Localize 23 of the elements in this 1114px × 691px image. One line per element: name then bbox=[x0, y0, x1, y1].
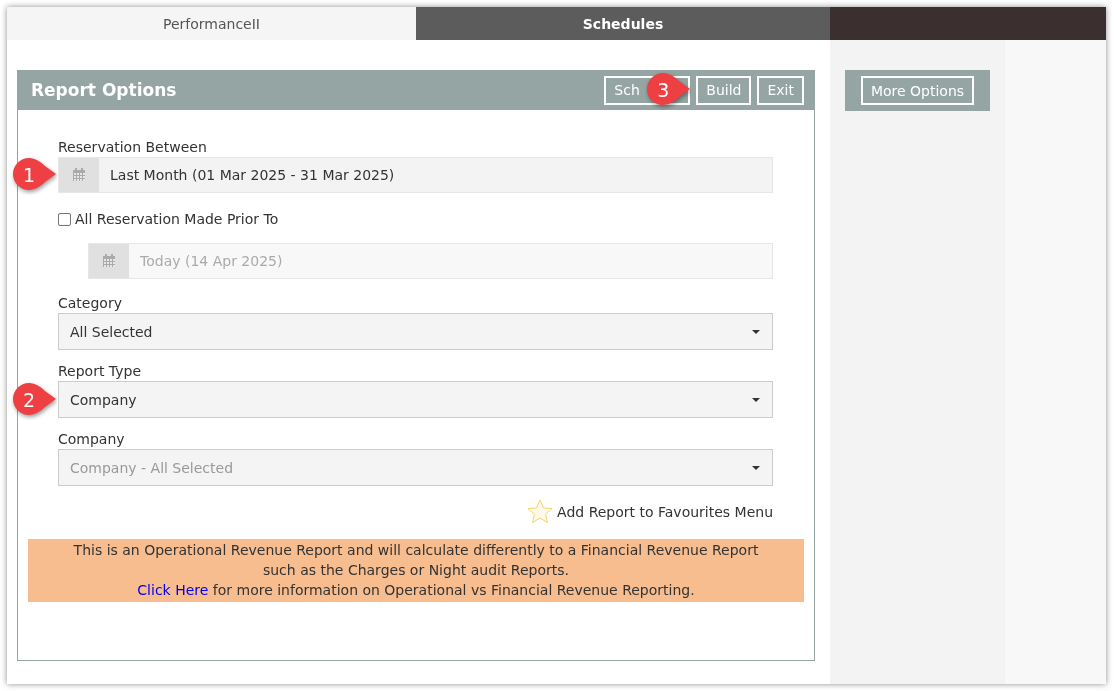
panel-title: Report Options bbox=[31, 80, 178, 100]
checkbox[interactable] bbox=[58, 212, 71, 226]
date-field[interactable]: Last Month (01 Mar 2025 - 31 Mar 2025) bbox=[58, 157, 773, 193]
more-info-link[interactable]: Click Here bbox=[137, 582, 209, 598]
dropdown[interactable]: All Selected bbox=[58, 313, 773, 350]
favourites-link[interactable]: Add Report to Favourites Menu bbox=[557, 504, 773, 520]
field-label: Reservation Between bbox=[58, 139, 208, 155]
caret-icon bbox=[752, 465, 760, 470]
caret-icon bbox=[752, 329, 760, 334]
caret-icon bbox=[752, 397, 760, 402]
dropdown[interactable]: Company bbox=[58, 381, 773, 418]
notice-text: such as the Charges or Night audit Reports. bbox=[261, 561, 571, 580]
checkbox-label: All Reservation Made Prior To bbox=[75, 211, 279, 227]
tab[interactable]: PerformanceII bbox=[7, 7, 416, 40]
calendar-icon bbox=[72, 168, 86, 182]
tab[interactable]: Schedules bbox=[416, 7, 830, 40]
star-icon[interactable] bbox=[527, 499, 554, 525]
field-label: Report Type bbox=[58, 363, 142, 379]
field-label: Category bbox=[58, 295, 123, 311]
field-label: Company bbox=[58, 431, 126, 447]
calendar-icon bbox=[102, 254, 116, 268]
notice-text: Click Here for more information on Operational vs Financial Revenue Reporting. bbox=[136, 581, 696, 600]
notice-text: This is an Operational Revenue Report and will calculate differently to a Financial Revenue Report bbox=[72, 541, 760, 560]
